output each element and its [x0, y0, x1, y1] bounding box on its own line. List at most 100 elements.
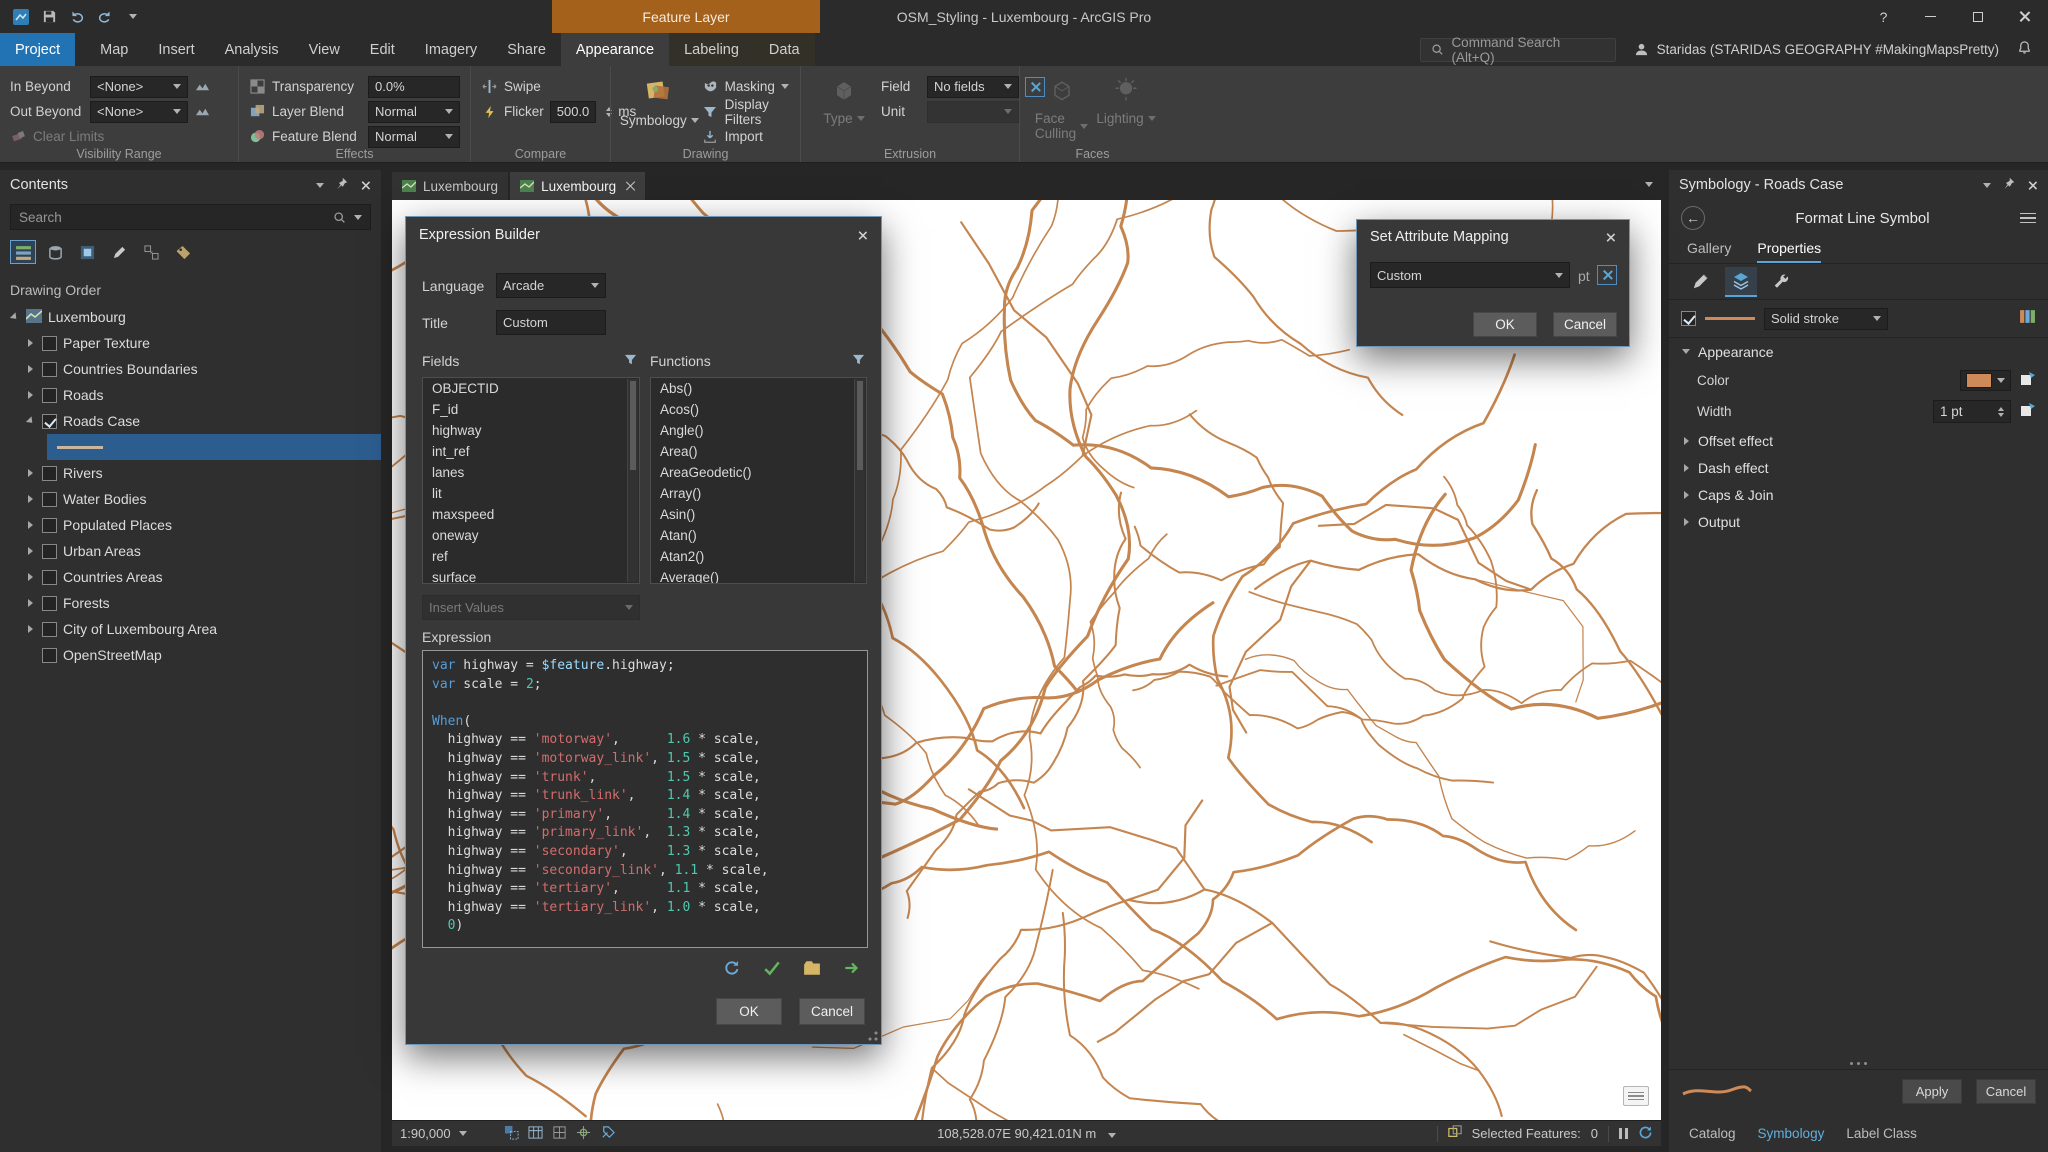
cancel-button[interactable]: Cancel: [1553, 312, 1617, 337]
ribbon-tab[interactable]: View: [294, 33, 355, 66]
panel-tab[interactable]: Label Class: [1846, 1126, 1917, 1141]
layer-checkbox[interactable]: [42, 388, 57, 403]
pin-icon[interactable]: [336, 177, 348, 193]
symbol-general-tab-icon[interactable]: [1685, 267, 1717, 297]
flicker-input[interactable]: 500.0: [550, 101, 597, 123]
ribbon-tab[interactable]: Imagery: [410, 33, 492, 66]
list-by-labeling-icon[interactable]: [170, 240, 196, 264]
visibility-scale-icon[interactable]: [194, 78, 211, 95]
function-item[interactable]: Area(): [651, 441, 866, 462]
visibility-scale-icon[interactable]: [194, 103, 211, 120]
expression-toggle-button[interactable]: [1597, 265, 1617, 285]
layer-blend-combo[interactable]: Normal: [368, 101, 460, 123]
functions-filter-icon[interactable]: [852, 353, 865, 370]
expander-icon[interactable]: [24, 417, 36, 425]
expression-code[interactable]: var highway = $feature.highway;var scale…: [422, 650, 868, 948]
layer-row[interactable]: City of Luxembourg Area: [0, 616, 381, 642]
function-item[interactable]: Array(): [651, 483, 866, 504]
swipe-button[interactable]: Swipe: [481, 74, 600, 99]
basemap-row[interactable]: OpenStreetMap: [0, 642, 381, 668]
user-account[interactable]: Staridas (STARIDAS GEOGRAPHY #MakingMaps…: [1634, 42, 1999, 57]
layer-row[interactable]: Countries Areas: [0, 564, 381, 590]
layer-row[interactable]: Forests: [0, 590, 381, 616]
map-view-tab[interactable]: Luxembourg: [510, 172, 645, 200]
layer-checkbox[interactable]: [42, 414, 57, 429]
pin-icon[interactable]: [2003, 177, 2015, 193]
function-item[interactable]: Abs(): [651, 378, 866, 399]
search-options-icon[interactable]: [354, 215, 362, 220]
map-coordinates[interactable]: 108,528.07E 90,421.01N m: [937, 1126, 1096, 1141]
open-expression-icon[interactable]: [803, 959, 821, 981]
expander-icon[interactable]: [24, 391, 36, 399]
feature-blend-combo[interactable]: Normal: [368, 126, 460, 148]
list-by-drawing-order-icon[interactable]: [10, 240, 36, 264]
mapping-value-combo[interactable]: Custom: [1370, 262, 1570, 288]
function-item[interactable]: AreaGeodetic(): [651, 462, 866, 483]
layer-checkbox[interactable]: [42, 362, 57, 377]
display-filters-button[interactable]: Display Filters: [702, 99, 790, 124]
function-item[interactable]: Atan2(): [651, 546, 866, 567]
import-button[interactable]: Import: [702, 124, 790, 149]
function-item[interactable]: Average(): [651, 567, 866, 584]
customize-qat-icon[interactable]: [124, 8, 142, 26]
expander-icon[interactable]: [24, 547, 36, 555]
width-spinner[interactable]: [1998, 407, 2004, 417]
appearance-section-header[interactable]: Appearance: [1669, 338, 2048, 365]
refresh-icon[interactable]: [1638, 1125, 1653, 1143]
ok-button[interactable]: OK: [716, 998, 782, 1025]
expander-icon[interactable]: [24, 495, 36, 503]
help-button[interactable]: ?: [1860, 0, 1907, 33]
panel-menu-icon[interactable]: [1983, 183, 1991, 188]
function-item[interactable]: Atan(): [651, 525, 866, 546]
width-attribute-mapping-icon[interactable]: [2020, 402, 2036, 421]
layer-checkbox[interactable]: [42, 544, 57, 559]
lighting-button[interactable]: Lighting: [1097, 74, 1155, 143]
layer-checkbox[interactable]: [42, 622, 57, 637]
list-by-editing-icon[interactable]: [106, 240, 132, 264]
expander-icon[interactable]: [24, 339, 36, 347]
fields-filter-icon[interactable]: [624, 353, 637, 370]
field-item[interactable]: lit: [423, 483, 639, 504]
width-input[interactable]: 1 pt: [1933, 400, 2011, 423]
apply-button[interactable]: Apply: [1902, 1079, 1962, 1104]
function-item[interactable]: Angle(): [651, 420, 866, 441]
masking-button[interactable]: Masking: [702, 74, 790, 99]
pause-drawing-icon[interactable]: [1619, 1128, 1628, 1139]
extrusion-unit-combo[interactable]: [927, 101, 1019, 123]
tab-overflow-icon[interactable]: [1645, 182, 1653, 187]
ribbon-tab[interactable]: Edit: [355, 33, 410, 66]
field-item[interactable]: oneway: [423, 525, 639, 546]
maximize-button[interactable]: [1954, 0, 2001, 33]
layer-checkbox[interactable]: [42, 492, 57, 507]
minimize-button[interactable]: [1907, 0, 1954, 33]
insert-values-combo[interactable]: Insert Values: [422, 595, 640, 620]
verify-expression-icon[interactable]: [763, 959, 781, 981]
symbol-layer-checkbox[interactable]: [1681, 311, 1696, 326]
stroke-type-combo[interactable]: Solid stroke: [1764, 308, 1888, 330]
ribbon-tab[interactable]: Insert: [143, 33, 209, 66]
field-item[interactable]: int_ref: [423, 441, 639, 462]
expander-icon[interactable]: [24, 365, 36, 373]
save-icon[interactable]: [40, 8, 58, 26]
close-button[interactable]: [2001, 0, 2048, 33]
functions-scrollbar[interactable]: [854, 379, 865, 582]
face-culling-button[interactable]: Face Culling: [1030, 74, 1093, 143]
tab-close-icon[interactable]: [625, 181, 635, 191]
panel-tab[interactable]: Symbology: [1758, 1126, 1825, 1141]
layer-checkbox[interactable]: [42, 570, 57, 585]
list-by-selection-icon[interactable]: [74, 240, 100, 264]
flash-icon[interactable]: [600, 1125, 615, 1143]
coordinates-options-icon[interactable]: [1108, 1133, 1116, 1138]
fields-scrollbar[interactable]: [627, 379, 638, 582]
ribbon-tab[interactable]: Share: [492, 33, 561, 66]
in-beyond-combo[interactable]: <None>: [90, 76, 188, 98]
expander-icon[interactable]: [24, 625, 36, 633]
layer-checkbox[interactable]: [42, 336, 57, 351]
layer-checkbox[interactable]: [42, 648, 57, 663]
preview-resize-handle[interactable]: [1669, 1057, 2048, 1069]
color-attribute-mapping-icon[interactable]: [2020, 371, 2036, 390]
attribute-table-icon[interactable]: [528, 1125, 543, 1143]
ribbon-tab[interactable]: Project: [0, 33, 75, 66]
resize-grip[interactable]: [868, 1031, 878, 1041]
ribbon-tab[interactable]: Map: [85, 33, 143, 66]
